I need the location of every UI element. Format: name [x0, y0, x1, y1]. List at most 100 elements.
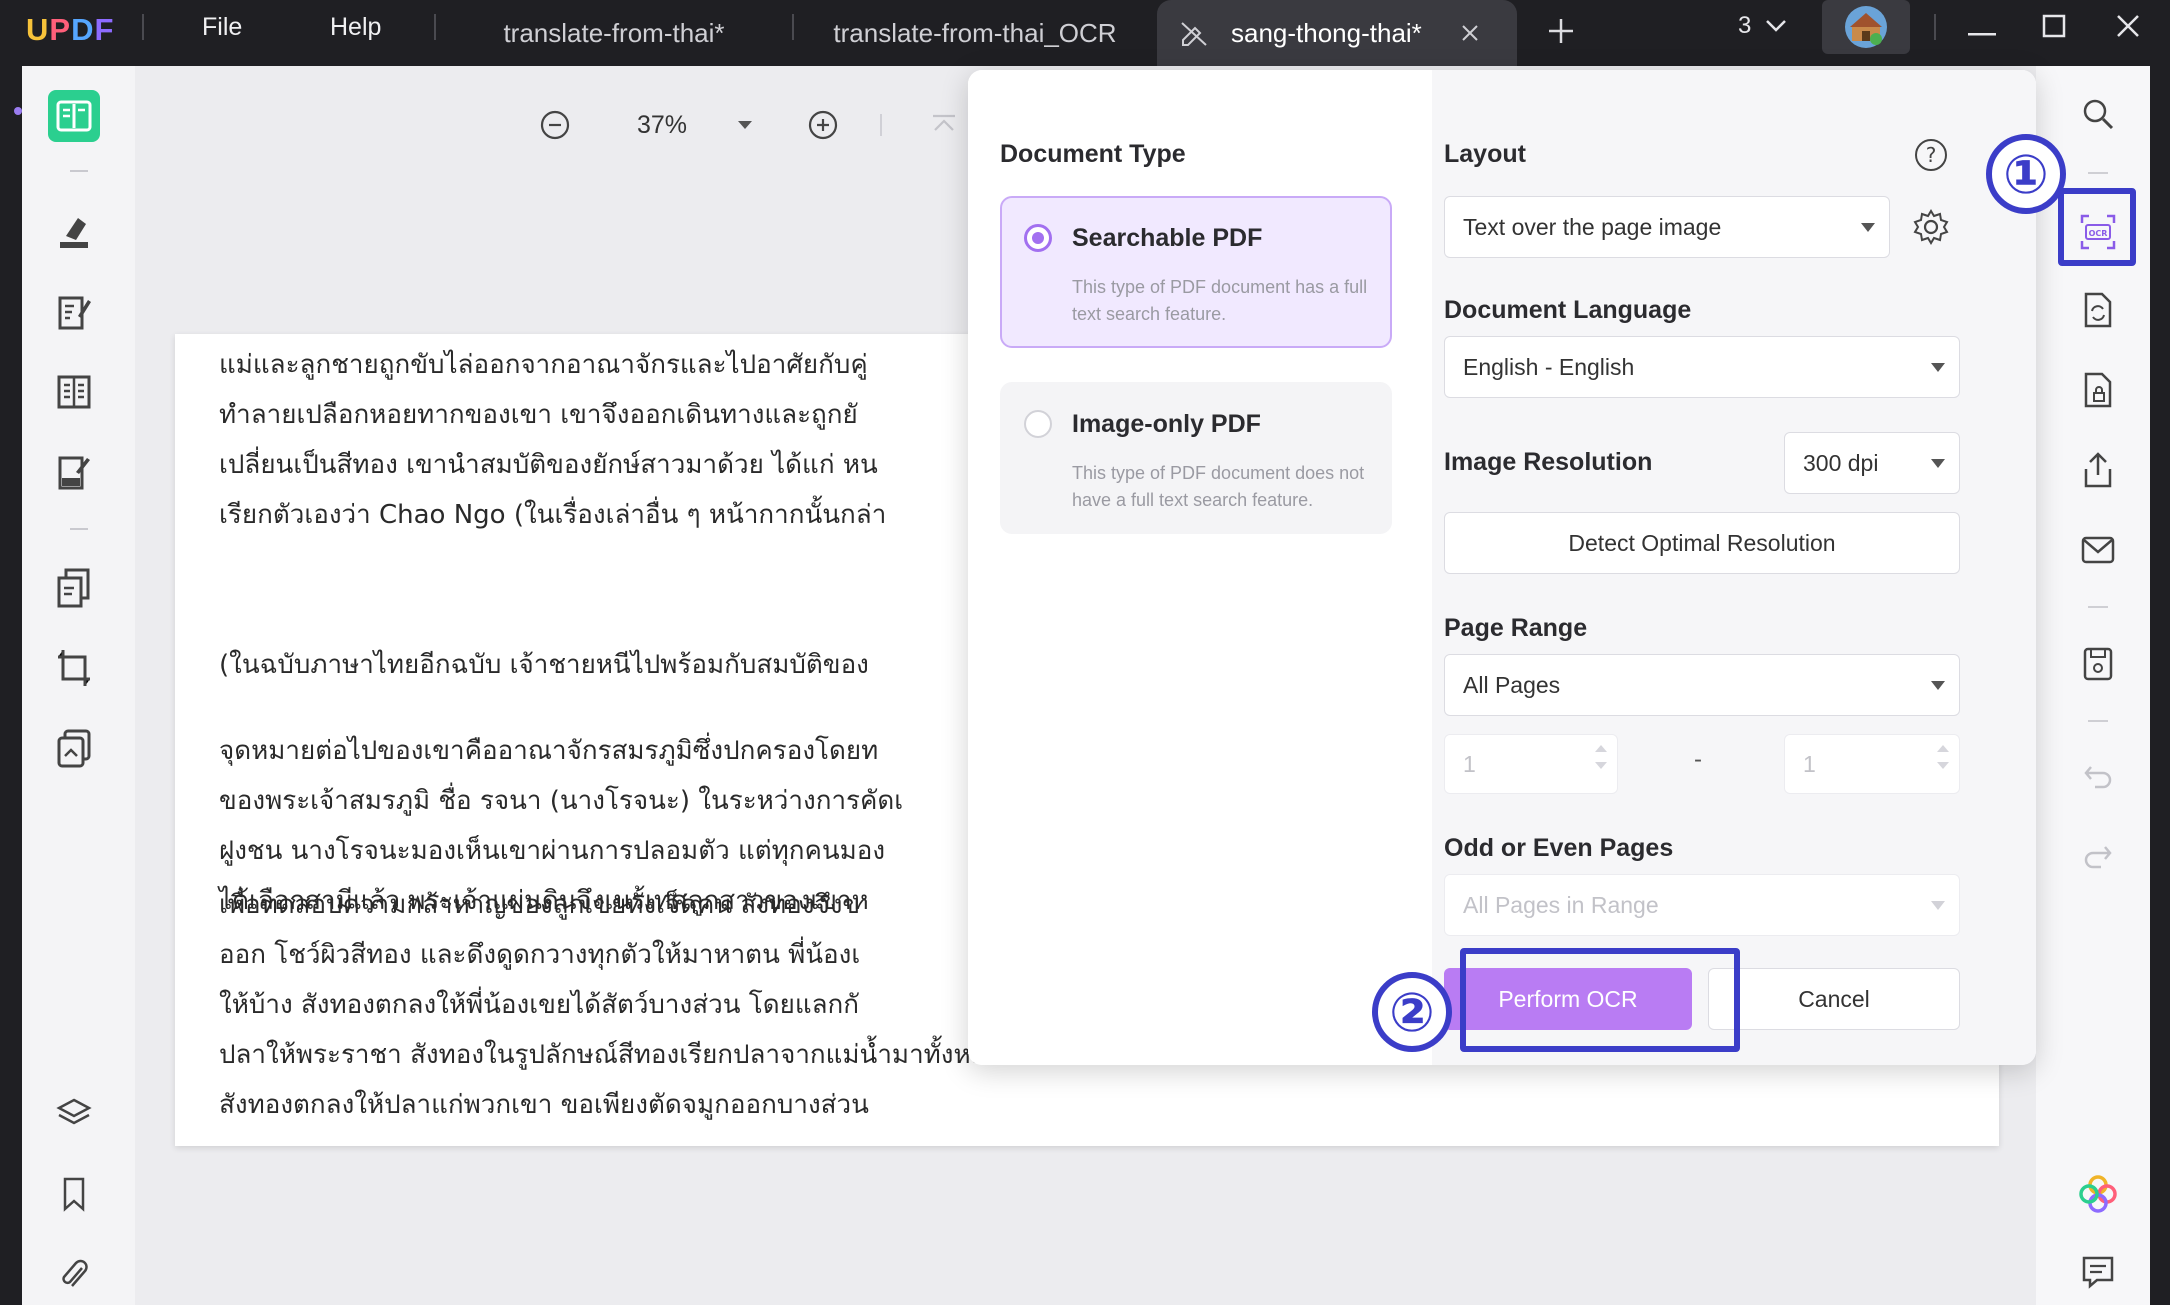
- email-icon[interactable]: [2076, 528, 2120, 572]
- text-line: ทำลายเปลือกหอยทากของเขา เขาจึงออกเดินทาง…: [219, 400, 858, 430]
- divider: [1934, 14, 1936, 40]
- ai-assistant-icon[interactable]: [2076, 1172, 2120, 1216]
- search-icon[interactable]: [2076, 92, 2120, 136]
- edit-pdf-icon[interactable]: [48, 286, 100, 338]
- stepper-icon[interactable]: [1937, 745, 1949, 769]
- divider: [2088, 172, 2108, 174]
- text-line: แม่และลูกชายถูกขับไล่ออกจากอาณาจักรและไป…: [219, 350, 868, 380]
- range-separator: -: [1694, 746, 1702, 773]
- help-icon[interactable]: ?: [1914, 138, 1948, 177]
- tab-translate-from-thai-ocr[interactable]: translate-from-thai_OCR: [810, 0, 1140, 66]
- first-page-icon[interactable]: [931, 96, 957, 154]
- language-value: English - English: [1463, 353, 1635, 380]
- protect-pdf-icon[interactable]: [48, 722, 100, 774]
- zoom-out-icon[interactable]: [539, 96, 571, 154]
- paragraph: แม่และลูกชายถูกขับไล่ออกจากอาณาจักรและไป…: [219, 340, 886, 540]
- range-to-value: 1: [1803, 750, 1816, 777]
- chevron-down-icon: [1931, 901, 1945, 910]
- searchable-pdf-option[interactable]: Searchable PDF This type of PDF document…: [1000, 196, 1392, 348]
- zoom-in-icon[interactable]: [807, 96, 839, 154]
- zoom-level[interactable]: 37%: [637, 96, 687, 154]
- redo-icon[interactable]: [2076, 834, 2120, 878]
- updf-logo[interactable]: UPDF: [26, 12, 114, 48]
- menu-file[interactable]: File: [202, 13, 242, 42]
- image-only-pdf-option[interactable]: Image-only PDF This type of PDF document…: [1000, 382, 1392, 534]
- odd-even-value: All Pages in Range: [1463, 891, 1659, 918]
- language-label: Document Language: [1444, 296, 1692, 324]
- cancel-button[interactable]: Cancel: [1708, 968, 1960, 1030]
- radio-unselected[interactable]: [1024, 410, 1052, 438]
- document-type-section: Document Type Searchable PDF This type o…: [968, 70, 1432, 1065]
- layout-select[interactable]: Text over the page image: [1444, 196, 1890, 258]
- tab-label: translate-from-thai*: [503, 17, 725, 48]
- divider: [70, 170, 88, 172]
- page-range-select[interactable]: All Pages: [1444, 654, 1960, 716]
- page-range-label: Page Range: [1444, 614, 1588, 642]
- comment-list-icon[interactable]: [2076, 1250, 2120, 1294]
- avatar[interactable]: [1822, 0, 1910, 54]
- divider: [142, 14, 144, 40]
- menu-help[interactable]: Help: [330, 13, 381, 42]
- paragraph: (ในฉบับภาษาไทยอีกฉบับ เจ้าชายหนีไปพร้อมก…: [219, 640, 869, 690]
- organize-pages-icon[interactable]: [48, 366, 100, 418]
- detect-resolution-button[interactable]: Detect Optimal Resolution: [1444, 512, 1960, 574]
- comment-highlighter-icon[interactable]: [48, 206, 100, 258]
- fill-sign-icon[interactable]: [48, 446, 100, 498]
- resolution-select[interactable]: 300 dpi: [1784, 432, 1960, 494]
- gear-icon[interactable]: [1912, 208, 1950, 251]
- layers-icon[interactable]: [48, 1088, 100, 1140]
- tab-count: 3: [1738, 12, 1752, 39]
- left-toolbar: [22, 66, 135, 1305]
- range-to-input[interactable]: 1: [1784, 734, 1960, 794]
- convert-icon[interactable]: [2076, 288, 2120, 332]
- save-icon[interactable]: [2076, 642, 2120, 686]
- new-tab-icon[interactable]: [1546, 16, 1576, 51]
- document-type-title: Document Type: [1000, 140, 1186, 168]
- ocr-settings-section: Layout ? Text over the page image Docume…: [1432, 70, 2036, 1065]
- layout-value: Text over the page image: [1463, 213, 1722, 240]
- close-window-icon[interactable]: [2116, 14, 2140, 43]
- annotation-step-1: ①: [1986, 134, 2066, 214]
- window-edge: [2150, 66, 2170, 1305]
- edit-off-icon: [1179, 18, 1209, 48]
- text-line: ฝูงชน นางโรจนะมองเห็นเขาผ่านการปลอมตัว แ…: [219, 836, 886, 866]
- text-line: จุดหมายต่อไปของเขาคืออาณาจักรสมรภูมิซึ่ง…: [219, 736, 879, 766]
- close-tab-icon[interactable]: [1460, 23, 1480, 43]
- stepper-icon[interactable]: [1595, 745, 1607, 769]
- text-line: สังทองตกลงให้ปลาแก่พวกเขา ขอเพียงตัดจมูก…: [219, 1090, 869, 1120]
- annotation-highlight-ocr: [2058, 188, 2136, 266]
- protect-file-icon[interactable]: [2076, 368, 2120, 412]
- text-line: (ในฉบับภาษาไทยอีกฉบับ เจ้าชายหนีไปพร้อมก…: [219, 650, 869, 680]
- chevron-down-icon: [1931, 363, 1945, 372]
- chevron-down-icon: [1931, 681, 1945, 690]
- convert-pdf-icon[interactable]: [48, 562, 100, 614]
- odd-even-select[interactable]: All Pages in Range: [1444, 874, 1960, 936]
- tab-count-dropdown[interactable]: 3: [1738, 12, 1787, 40]
- range-from-value: 1: [1463, 750, 1476, 777]
- annotation-highlight-perform: [1460, 948, 1740, 1052]
- text-line: เปลี่ยนเป็นสีทอง เขานำสมบัติของยักษ์สาวม…: [219, 450, 878, 480]
- reader-icon[interactable]: [48, 90, 100, 142]
- radio-selected[interactable]: [1024, 224, 1052, 252]
- maximize-icon[interactable]: [2042, 14, 2066, 43]
- minimize-icon[interactable]: [1968, 24, 1996, 42]
- tab-sang-thong-thai[interactable]: sang-thong-thai*: [1157, 0, 1517, 66]
- attachment-icon[interactable]: [48, 1248, 100, 1300]
- option-description: This type of PDF document does not have …: [1072, 463, 1365, 510]
- tab-translate-from-thai[interactable]: translate-from-thai*: [460, 0, 768, 66]
- range-from-input[interactable]: 1: [1444, 734, 1618, 794]
- bookmark-icon[interactable]: [48, 1168, 100, 1220]
- crop-icon[interactable]: [48, 642, 100, 694]
- ocr-dialog: Document Type Searchable PDF This type o…: [968, 70, 2036, 1065]
- title-bar: UPDF File Help translate-from-thai* tran…: [0, 0, 2170, 66]
- zoom-dropdown-icon[interactable]: [737, 96, 753, 154]
- tab-label: sang-thong-thai*: [1231, 17, 1422, 48]
- undo-icon[interactable]: [2076, 754, 2120, 798]
- chevron-down-icon: [1931, 459, 1945, 468]
- resolution-label: Image Resolution: [1444, 448, 1653, 476]
- svg-text:?: ?: [1926, 143, 1937, 167]
- share-icon[interactable]: [2076, 448, 2120, 492]
- language-select[interactable]: English - English: [1444, 336, 1960, 398]
- page-range-value: All Pages: [1463, 671, 1561, 698]
- resolution-value: 300 dpi: [1803, 449, 1879, 476]
